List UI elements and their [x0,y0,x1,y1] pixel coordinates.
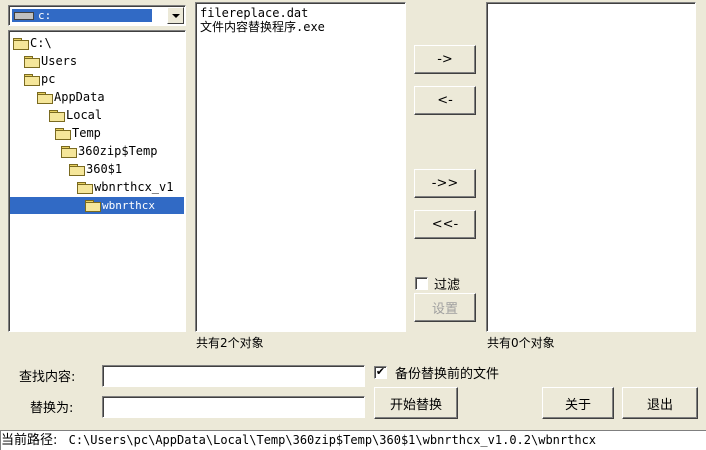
tree-item[interactable]: 360$1 [69,161,122,178]
folder-open-icon [49,110,65,122]
backup-checkbox[interactable]: ✔ [374,366,387,379]
backup-label: 备份替换前的文件 [395,367,500,382]
tree-item-label: Local [66,108,103,122]
tree-item-label: Users [41,54,78,68]
status-path-value: C:\Users\pc\AppData\Local\Temp\360zip$Te… [68,433,597,447]
folder-open-icon [85,200,101,212]
tree-item[interactable]: C:\ [13,35,52,52]
replace-input[interactable] [102,396,365,418]
add-all-button[interactable]: ->> [414,169,476,198]
tree-item-label: 360$1 [86,162,123,176]
tree-item-label: wbnrthcx [102,199,155,212]
tree-item-label: Temp [72,126,101,140]
filter-label: 过滤 [434,278,461,293]
tree-item[interactable]: Users [24,53,77,70]
chevron-down-icon [171,13,180,18]
tree-item-label: 360zip$Temp [78,144,158,158]
remove-all-button[interactable]: <<- [414,210,476,239]
drive-combo[interactable]: c: [8,5,186,26]
folder-open-icon [77,182,93,194]
exit-button[interactable]: 退出 [622,387,698,419]
list-item[interactable]: filereplace.dat [200,7,308,19]
tree-item[interactable]: pc [24,71,55,88]
about-button[interactable]: 关于 [542,387,614,419]
replace-input-field[interactable] [103,397,364,417]
file-list[interactable]: filereplace.dat 文件内容替换程序.exe [195,2,406,332]
folder-open-icon [61,146,77,158]
folder-open-icon [13,38,29,50]
folder-open-icon [69,164,85,176]
add-button[interactable]: -> [414,45,476,74]
find-input[interactable] [102,365,365,387]
list-item[interactable]: 文件内容替换程序.exe [200,21,325,33]
directory-tree[interactable]: C:\ Users pc AppData Local Temp 360zip$T… [8,30,186,332]
filter-checkbox[interactable] [415,277,428,290]
replace-label: 替换为: [30,401,74,416]
settings-button[interactable]: 设置 [414,293,476,322]
remove-button[interactable]: <- [414,86,476,115]
tree-item-label: wbnrthcx_v1 [94,180,174,194]
status-bar: 当前路径: C:\Users\pc\AppData\Local\Temp\360… [0,430,706,450]
start-replace-button[interactable]: 开始替换 [374,387,458,419]
find-input-field[interactable] [103,366,364,386]
tree-item-label: C:\ [30,36,52,50]
folder-open-icon [24,56,40,68]
folder-open-icon [55,128,71,140]
selected-file-list[interactable] [486,2,696,332]
tree-item[interactable]: Local [49,107,102,124]
find-label: 查找内容: [19,370,76,385]
selected-count-label: 共有0个对象 [487,336,555,350]
tree-item-label: pc [41,72,56,86]
folder-open-icon [24,74,40,86]
drive-icon [14,12,34,20]
tree-item-label: AppData [54,90,105,104]
folder-open-icon [37,92,53,104]
drive-dropdown-button[interactable] [167,7,184,24]
tree-item[interactable]: AppData [37,89,105,106]
tree-item[interactable]: 360zip$Temp [61,143,157,160]
status-path-label: 当前路径: [1,433,58,448]
tree-item-selected[interactable]: wbnrthcx [10,197,184,214]
file-count-label: 共有2个对象 [196,336,264,350]
tree-item[interactable]: wbnrthcx_v1 [77,179,173,196]
tree-item[interactable]: Temp [55,125,101,142]
